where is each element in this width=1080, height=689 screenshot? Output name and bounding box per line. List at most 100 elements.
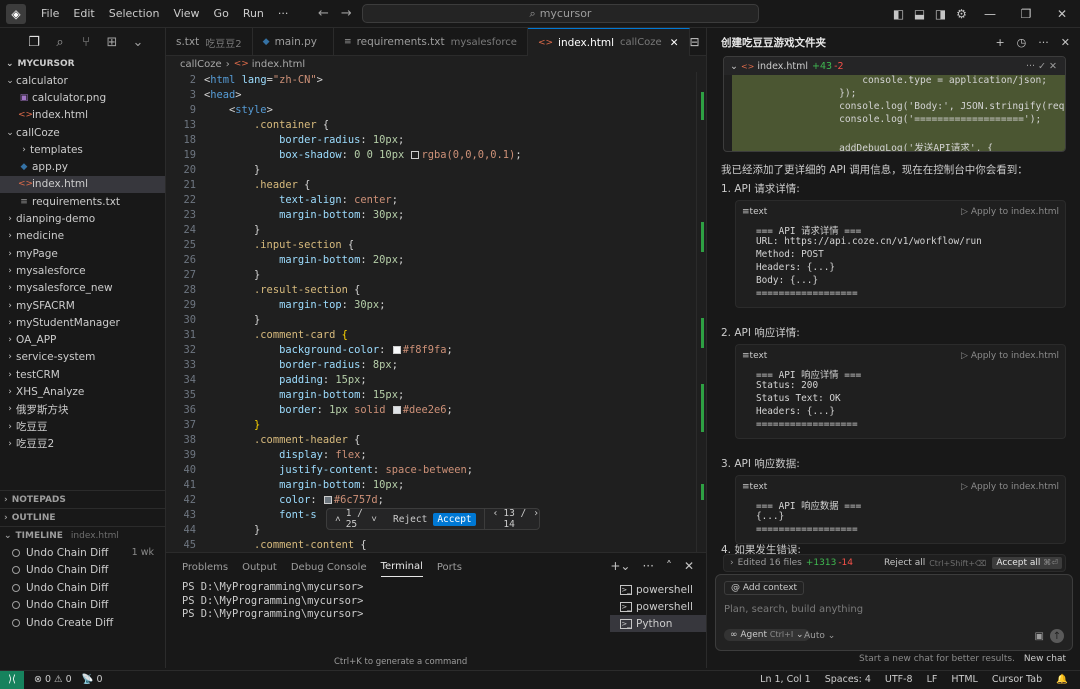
tree-item-folder[interactable]: › mysalesforce [0,262,165,279]
timeline-item[interactable]: Undo Chain Diff [0,597,166,615]
diff-card-actions[interactable]: ··· ✓ ✕ [1026,61,1057,72]
end-of-line[interactable]: LF [927,674,938,685]
chevron-up-icon[interactable]: ˄ [335,514,341,525]
maximize-button[interactable]: ❐ [1008,7,1044,21]
tree-item-folder-open[interactable]: ⌄ calculator [0,72,165,89]
scrollbar-track[interactable] [696,72,697,552]
remote-indicator-icon[interactable]: ⟩⟨ [0,670,24,689]
back-arrow-icon[interactable]: ← [318,6,329,21]
new-terminal-icon[interactable]: +⌄ [610,559,630,573]
reject-hunk-button[interactable]: Reject [393,514,427,525]
menu-more-icon[interactable]: ··· [271,7,296,20]
timeline-item[interactable]: Undo Chain Diff [0,579,166,597]
tree-item-html[interactable]: <> index.html [0,175,165,194]
chevron-down-icon[interactable]: ˅ [371,514,377,525]
apply-button[interactable]: ▷ Apply to index.html [961,482,1059,492]
new-chat-link[interactable]: New chat [1024,654,1066,664]
menu-selection[interactable]: Selection [102,7,167,20]
panel-tab-ports[interactable]: Ports [437,558,462,577]
chevron-down-icon[interactable]: ⌄ [128,35,148,50]
extensions-icon[interactable]: ⊞ [102,35,122,50]
cursor-tab-status[interactable]: Cursor Tab [992,674,1042,685]
maximize-panel-icon[interactable]: ˄ [666,559,672,573]
add-context-button[interactable]: @ Add context [724,581,805,595]
tree-item-folder[interactable]: › mySFACRM [0,297,165,314]
explorer-root[interactable]: ⌄ MYCURSOR [0,56,165,72]
editor-tab[interactable]: ◆ main.py [253,28,335,56]
tree-item-text[interactable]: ≡ requirements.txt [0,193,165,210]
tree-item-folder[interactable]: › 俄罗斯方块 [0,401,165,418]
notepads-section[interactable]: › NOTEPADS [0,490,166,508]
color-swatch[interactable] [323,495,332,504]
ports-indicator[interactable]: 📡 0 [82,674,103,685]
toggle-panel-icon[interactable]: ⬓ [909,7,930,21]
tree-item-folder[interactable]: › 吃豆豆 [0,418,165,435]
tree-item-folder[interactable]: › templates [0,141,165,158]
agent-mode-selector[interactable]: ∞ Agent Ctrl+I ⌄ [724,629,810,641]
cursor-position[interactable]: Ln 1, Col 1 [760,674,811,685]
diff-card-header[interactable]: ⌄ <> index.html +43 -2 ··· ✓ ✕ [724,57,1065,75]
tree-item-folder-open[interactable]: ⌄ callCoze [0,124,165,141]
terminal-instance[interactable]: >_ powershell [610,598,706,615]
tree-item-folder[interactable]: › mysalesforce_new [0,280,165,297]
edits-label[interactable]: Edited 16 files [738,558,802,568]
tree-item-folder[interactable]: › myStudentManager [0,314,165,331]
tree-item-folder[interactable]: › testCRM [0,366,165,383]
model-selector[interactable]: Auto ⌄ [804,631,835,641]
editor-tab[interactable]: ≡ requirements.txt mysalesforce [334,28,528,56]
timeline-item[interactable]: Undo Create Diff [0,614,166,632]
menu-view[interactable]: View [166,7,206,20]
toggle-primary-sidebar-icon[interactable]: ◧ [888,7,909,21]
panel-tab-output[interactable]: Output [242,558,277,577]
panel-tab-terminal[interactable]: Terminal [380,557,423,577]
timeline-item[interactable]: Undo Chain Diff 1 wk [0,544,166,562]
indentation[interactable]: Spaces: 4 [825,674,871,685]
apply-button[interactable]: ▷ Apply to index.html [961,207,1059,217]
send-button[interactable]: ↑ [1050,629,1064,643]
tree-item-image[interactable]: ▣ calculator.png [0,89,165,106]
menu-go[interactable]: Go [207,7,236,20]
terminal-instance[interactable]: >_ Python [610,615,706,632]
terminal-output[interactable]: PS D:\MyProgramming\mycursor> PS D:\MyPro… [182,581,363,622]
code-editor[interactable]: 2 < html lang = "zh-CN" >3 < head >9 < style >13 .… [166,72,706,552]
terminal-instance[interactable]: >_ powershell [610,581,706,598]
new-chat-icon[interactable]: + [995,36,1004,49]
color-swatch[interactable] [411,150,420,159]
chat-more-icon[interactable]: ··· [1038,36,1049,49]
tree-item-folder[interactable]: › 吃豆豆2 [0,435,165,452]
panel-tab-debug-console[interactable]: Debug Console [291,558,367,577]
tree-item-folder[interactable]: › myPage [0,245,165,262]
problems-indicator[interactable]: ⊗ 0 ⚠ 0 [34,674,72,685]
tree-item-folder[interactable]: › medicine [0,228,165,245]
menu-edit[interactable]: Edit [66,7,101,20]
close-panel-icon[interactable]: ✕ [684,559,694,573]
panel-more-icon[interactable]: ··· [642,559,653,573]
menu-run[interactable]: Run [236,7,271,20]
accept-all-button[interactable]: Accept all ⌘⏎ [992,557,1062,569]
timeline-item[interactable]: Undo Chain Diff [0,562,166,580]
source-control-icon[interactable]: ⑂ [76,35,96,50]
tree-item-python[interactable]: ◆ app.py [0,158,165,175]
panel-tab-problems[interactable]: Problems [182,558,228,577]
image-upload-icon[interactable]: ▣ [1035,631,1044,642]
close-tab-icon[interactable]: ✕ [670,37,679,49]
language-mode[interactable]: HTML [951,674,977,685]
split-editor-icon[interactable]: ⊟ [690,35,700,49]
breadcrumb-file[interactable]: index.html [252,59,305,70]
close-chat-icon[interactable]: ✕ [1061,36,1070,49]
tree-item-html[interactable]: <> index.html [0,107,165,124]
color-swatch[interactable] [392,345,401,354]
breadcrumb-folder[interactable]: callCoze [180,59,222,70]
editor-tab[interactable]: <> index.html callCoze ✕ [527,28,690,56]
close-button[interactable]: ✕ [1044,7,1080,21]
tree-item-folder[interactable]: › XHS_Analyze [0,383,165,400]
timeline-section[interactable]: ⌄ TIMELINE index.html [0,526,166,544]
color-swatch[interactable] [392,405,401,414]
minimize-button[interactable]: — [972,7,1008,21]
settings-gear-icon[interactable]: ⚙ [951,7,972,21]
explorer-icon[interactable]: ❐ [24,35,44,50]
apply-button[interactable]: ▷ Apply to index.html [961,351,1059,361]
tree-item-folder[interactable]: › dianping-demo [0,210,165,227]
history-icon[interactable]: ◷ [1017,36,1027,49]
tree-item-folder[interactable]: › OA_APP [0,331,165,348]
